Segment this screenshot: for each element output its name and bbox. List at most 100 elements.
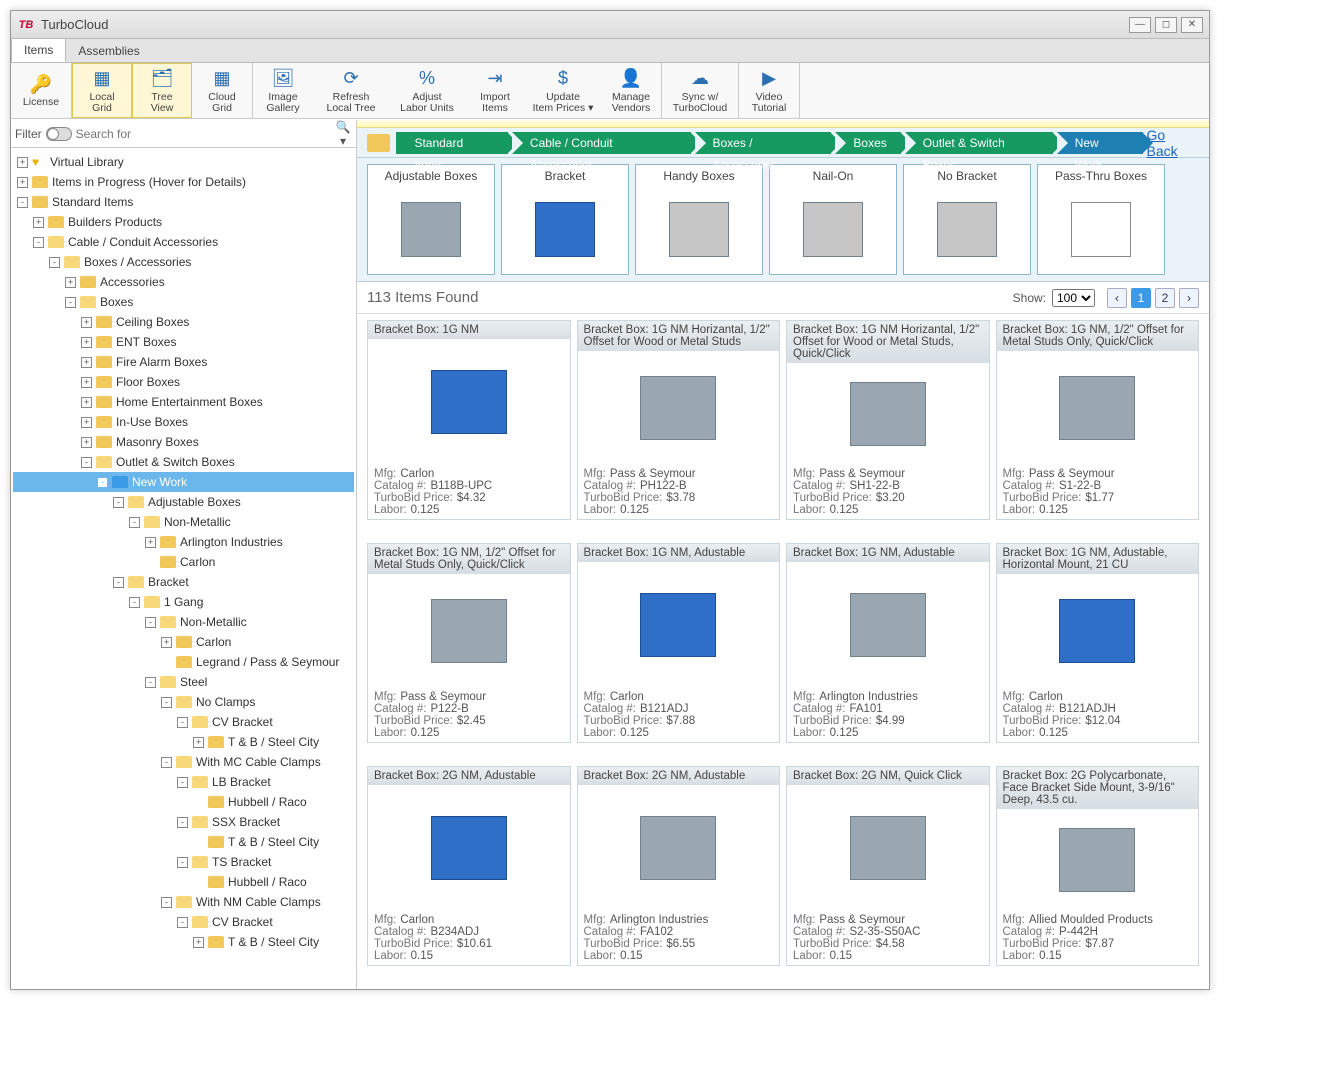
- refresh-tree-button[interactable]: ⟳RefreshLocal Tree: [313, 63, 389, 118]
- breadcrumb-item[interactable]: Standard Items: [396, 132, 507, 154]
- tree-node[interactable]: -LB Bracket: [13, 772, 354, 792]
- expand-icon[interactable]: +: [17, 157, 28, 168]
- category-tile[interactable]: Bracket: [501, 164, 629, 275]
- category-tile[interactable]: Pass-Thru Boxes: [1037, 164, 1165, 275]
- tree-node[interactable]: +Arlington Industries: [13, 532, 354, 552]
- tab-items[interactable]: Items: [11, 38, 66, 62]
- expand-icon[interactable]: +: [65, 277, 76, 288]
- tree-node[interactable]: -Boxes: [13, 292, 354, 312]
- tree-node[interactable]: -Outlet & Switch Boxes: [13, 452, 354, 472]
- expand-icon[interactable]: [161, 657, 172, 668]
- expand-icon[interactable]: +: [81, 397, 92, 408]
- tree-node[interactable]: -With NM Cable Clamps: [13, 892, 354, 912]
- tree-node[interactable]: -CV Bracket: [13, 912, 354, 932]
- expand-icon[interactable]: +: [81, 337, 92, 348]
- tree-node[interactable]: +Carlon: [13, 632, 354, 652]
- tree-node[interactable]: -Bracket: [13, 572, 354, 592]
- close-button[interactable]: ✕: [1181, 17, 1203, 33]
- expand-icon[interactable]: -: [65, 297, 76, 308]
- tree-node[interactable]: +Floor Boxes: [13, 372, 354, 392]
- breadcrumb-item[interactable]: New Work: [1057, 132, 1143, 154]
- tree-node[interactable]: +Ceiling Boxes: [13, 312, 354, 332]
- category-tile[interactable]: Adjustable Boxes: [367, 164, 495, 275]
- expand-icon[interactable]: -: [177, 777, 188, 788]
- expand-icon[interactable]: [193, 837, 204, 848]
- expand-icon[interactable]: +: [81, 417, 92, 428]
- tree-node[interactable]: Hubbell / Raco: [13, 792, 354, 812]
- tree-node[interactable]: -Adjustable Boxes: [13, 492, 354, 512]
- page-next-button[interactable]: ›: [1179, 288, 1199, 308]
- tree-node[interactable]: +T & B / Steel City: [13, 732, 354, 752]
- tree-node[interactable]: Hubbell / Raco: [13, 872, 354, 892]
- expand-icon[interactable]: +: [81, 377, 92, 388]
- page-button-2[interactable]: 2: [1155, 288, 1175, 308]
- expand-icon[interactable]: +: [193, 737, 204, 748]
- expand-icon[interactable]: -: [177, 817, 188, 828]
- product-card[interactable]: Bracket Box: 1G NM Horizantal, 1/2" Offs…: [786, 320, 990, 520]
- update-prices-button[interactable]: $UpdateItem Prices ▾: [525, 63, 601, 118]
- expand-icon[interactable]: -: [81, 457, 92, 468]
- expand-icon[interactable]: -: [97, 477, 108, 488]
- breadcrumb-item[interactable]: Outlet & Switch Boxes: [905, 132, 1053, 154]
- tree-view-panel[interactable]: +♥Virtual Library+Items in Progress (Hov…: [11, 148, 356, 989]
- tree-node[interactable]: +Accessories: [13, 272, 354, 292]
- product-card[interactable]: Bracket Box: 2G NM, Quick ClickMfg: Pass…: [786, 766, 990, 966]
- tree-node[interactable]: +Masonry Boxes: [13, 432, 354, 452]
- category-tile[interactable]: Nail-On: [769, 164, 897, 275]
- product-card[interactable]: Bracket Box: 1G NM, AdustableMfg: Arling…: [786, 543, 990, 743]
- product-card[interactable]: Bracket Box: 2G NM, AdustableMfg: Arling…: [577, 766, 781, 966]
- tree-node[interactable]: -Non-Metallic: [13, 612, 354, 632]
- tree-node[interactable]: -New Work: [13, 472, 354, 492]
- expand-icon[interactable]: [193, 797, 204, 808]
- expand-icon[interactable]: -: [113, 577, 124, 588]
- tree-node[interactable]: -No Clamps: [13, 692, 354, 712]
- expand-icon[interactable]: -: [161, 697, 172, 708]
- expand-icon[interactable]: -: [161, 757, 172, 768]
- category-tile[interactable]: No Bracket: [903, 164, 1031, 275]
- adjust-labor-button[interactable]: %AdjustLabor Units: [389, 63, 465, 118]
- license-button[interactable]: 🔑License: [11, 63, 71, 118]
- expand-icon[interactable]: -: [161, 897, 172, 908]
- product-card[interactable]: Bracket Box: 1G NM, AdustableMfg: Carlon…: [577, 543, 781, 743]
- product-card[interactable]: Bracket Box: 1G NM, 1/2" Offset for Meta…: [996, 320, 1200, 520]
- expand-icon[interactable]: -: [49, 257, 60, 268]
- expand-icon[interactable]: +: [33, 217, 44, 228]
- page-prev-button[interactable]: ‹: [1107, 288, 1127, 308]
- tree-node[interactable]: +Builders Products: [13, 212, 354, 232]
- go-back-link[interactable]: Go Back: [1147, 127, 1199, 159]
- tree-node[interactable]: Carlon: [13, 552, 354, 572]
- expand-icon[interactable]: -: [177, 857, 188, 868]
- expand-icon[interactable]: [145, 557, 156, 568]
- tree-node[interactable]: Legrand / Pass & Seymour: [13, 652, 354, 672]
- tree-node[interactable]: -Non-Metallic: [13, 512, 354, 532]
- expand-icon[interactable]: -: [177, 717, 188, 728]
- breadcrumb-item[interactable]: Boxes: [835, 132, 900, 154]
- product-card[interactable]: Bracket Box: 2G Polycarbonate, Face Brac…: [996, 766, 1200, 966]
- tree-node[interactable]: +Items in Progress (Hover for Details): [13, 172, 354, 192]
- tree-node[interactable]: +Home Entertainment Boxes: [13, 392, 354, 412]
- tree-node[interactable]: -CV Bracket: [13, 712, 354, 732]
- product-card[interactable]: Bracket Box: 1G NMMfg: CarlonCatalog #: …: [367, 320, 571, 520]
- manage-vendors-button[interactable]: 👤ManageVendors: [601, 63, 661, 118]
- search-input[interactable]: [76, 124, 330, 144]
- tree-node[interactable]: -Steel: [13, 672, 354, 692]
- breadcrumb-item[interactable]: Boxes / Accessories: [695, 132, 832, 154]
- tree-node[interactable]: -With MC Cable Clamps: [13, 752, 354, 772]
- product-card[interactable]: Bracket Box: 2G NM, AdustableMfg: Carlon…: [367, 766, 571, 966]
- tree-node[interactable]: +Fire Alarm Boxes: [13, 352, 354, 372]
- maximize-button[interactable]: ◻: [1155, 17, 1177, 33]
- video-tutorial-button[interactable]: ▶VideoTutorial: [739, 63, 799, 118]
- tree-node[interactable]: +T & B / Steel City: [13, 932, 354, 952]
- tab-assemblies[interactable]: Assemblies: [66, 40, 151, 62]
- local-grid-button[interactable]: ▦LocalGrid: [72, 63, 132, 118]
- expand-icon[interactable]: +: [17, 177, 28, 188]
- search-icon[interactable]: 🔍▾: [334, 120, 352, 148]
- expand-icon[interactable]: +: [161, 637, 172, 648]
- expand-icon[interactable]: -: [145, 677, 156, 688]
- expand-icon[interactable]: +: [81, 437, 92, 448]
- expand-icon[interactable]: -: [129, 517, 140, 528]
- expand-icon[interactable]: -: [17, 197, 28, 208]
- tree-view-button[interactable]: 🗂TreeView: [132, 63, 192, 118]
- tree-node[interactable]: -Cable / Conduit Accessories: [13, 232, 354, 252]
- tree-node[interactable]: T & B / Steel City: [13, 832, 354, 852]
